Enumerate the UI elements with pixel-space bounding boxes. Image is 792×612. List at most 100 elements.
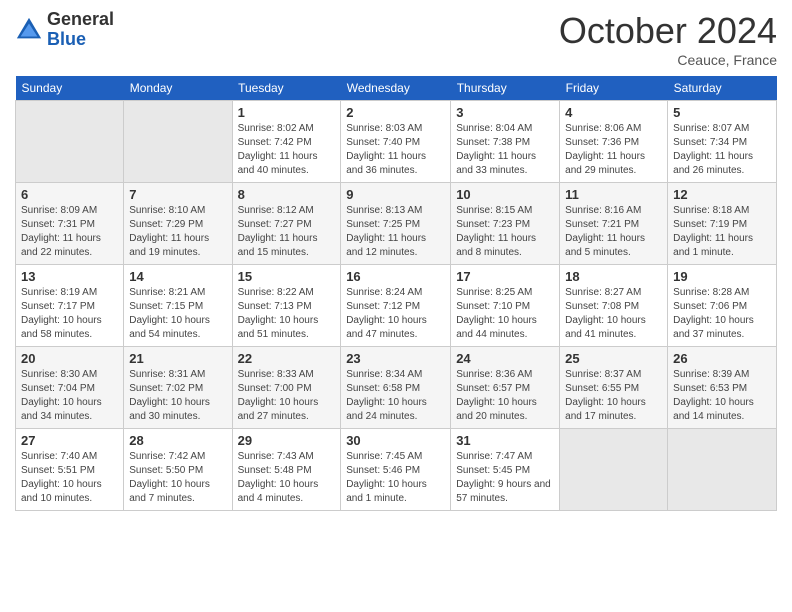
day-info: Sunrise: 8:22 AM Sunset: 7:13 PM Dayligh… — [238, 286, 336, 342]
day-number: 9 — [346, 187, 445, 202]
day-number: 18 — [565, 269, 662, 284]
calendar-cell: 17Sunrise: 8:25 AM Sunset: 7:10 PM Dayli… — [451, 265, 560, 347]
calendar-cell: 10 Sunrise: 8:15 AM Sunset: 7:23 PM Dayli… — [451, 183, 560, 265]
day-number: 22 — [238, 351, 336, 366]
day-number: 29 — [238, 433, 336, 448]
calendar-cell: 13 Sunrise: 8:19 AM Sunset: 7:17 PM Dayli… — [16, 265, 124, 347]
day-info: Sunrise: 7:47 AM Sunset: 5:45 PM Dayligh… — [456, 450, 554, 506]
day-info: Sunrise: 8:15 AM Sunset: 7:23 PM Dayligh… — [456, 204, 554, 260]
day-info: Sunrise: 8:30 AM Sunset: 7:04 PM Dayligh… — [21, 368, 118, 424]
day-number: 24 — [456, 351, 554, 366]
day-info: Sunrise: 8:16 AM Sunset: 7:21 PM Dayligh… — [565, 204, 662, 260]
calendar-cell — [124, 101, 232, 183]
header-saturday: Saturday — [668, 76, 777, 101]
calendar-cell: 29 Sunrise: 7:43 AM Sunset: 5:48 PM Dayli… — [232, 429, 341, 511]
day-number: 13 — [21, 269, 118, 284]
day-number: 6 — [21, 187, 118, 202]
day-info: Sunrise: 8:24 AM Sunset: 7:12 PM Dayligh… — [346, 286, 445, 342]
day-info: Sunrise: 8:31 AM Sunset: 7:02 PM Dayligh… — [129, 368, 226, 424]
day-info: Sunrise: 8:13 AM Sunset: 7:25 PM Dayligh… — [346, 204, 445, 260]
day-info: Sunrise: 8:25 AM Sunset: 7:10 PM Dayligh… — [456, 286, 554, 342]
day-info: Sunrise: 8:02 AM Sunset: 7:42 PM Dayligh… — [238, 122, 336, 178]
day-info: Sunrise: 8:33 AM Sunset: 7:00 PM Dayligh… — [238, 368, 336, 424]
day-number: 31 — [456, 433, 554, 448]
calendar-cell: 12 Sunrise: 8:18 AM Sunset: 7:19 PM Dayli… — [668, 183, 777, 265]
day-number: 7 — [129, 187, 226, 202]
header-monday: Monday — [124, 76, 232, 101]
calendar-cell: 8 Sunrise: 8:12 AM Sunset: 7:27 PM Daylig… — [232, 183, 341, 265]
calendar-cell — [16, 101, 124, 183]
calendar-cell: 28 Sunrise: 7:42 AM Sunset: 5:50 PM Dayli… — [124, 429, 232, 511]
calendar-cell: 18Sunrise: 8:27 AM Sunset: 7:08 PM Dayli… — [560, 265, 668, 347]
calendar-header-row: SundayMondayTuesdayWednesdayThursdayFrid… — [16, 76, 777, 101]
day-number: 21 — [129, 351, 226, 366]
day-info: Sunrise: 8:39 AM Sunset: 6:53 PM Dayligh… — [673, 368, 771, 424]
calendar-cell: 31 Sunrise: 7:47 AM Sunset: 5:45 PM Dayli… — [451, 429, 560, 511]
logo: General Blue — [15, 10, 114, 50]
day-info: Sunrise: 7:45 AM Sunset: 5:46 PM Dayligh… — [346, 450, 445, 506]
header-friday: Friday — [560, 76, 668, 101]
calendar-cell: 20 Sunrise: 8:30 AM Sunset: 7:04 PM Dayli… — [16, 347, 124, 429]
day-number: 23 — [346, 351, 445, 366]
calendar-cell: 6 Sunrise: 8:09 AM Sunset: 7:31 PM Daylig… — [16, 183, 124, 265]
calendar-cell: 25 Sunrise: 8:37 AM Sunset: 6:55 PM Dayli… — [560, 347, 668, 429]
header-wednesday: Wednesday — [341, 76, 451, 101]
day-info: Sunrise: 8:12 AM Sunset: 7:27 PM Dayligh… — [238, 204, 336, 260]
calendar-cell: 4Sunrise: 8:06 AM Sunset: 7:36 PM Daylig… — [560, 101, 668, 183]
calendar-cell: 16 Sunrise: 8:24 AM Sunset: 7:12 PM Dayli… — [341, 265, 451, 347]
day-info: Sunrise: 8:28 AM Sunset: 7:06 PM Dayligh… — [673, 286, 771, 342]
calendar-table: SundayMondayTuesdayWednesdayThursdayFrid… — [15, 76, 777, 511]
calendar-cell: 9 Sunrise: 8:13 AM Sunset: 7:25 PM Daylig… — [341, 183, 451, 265]
location: Ceauce, France — [559, 52, 777, 68]
header-tuesday: Tuesday — [232, 76, 341, 101]
day-number: 30 — [346, 433, 445, 448]
day-number: 12 — [673, 187, 771, 202]
logo-blue-text: Blue — [47, 29, 86, 49]
calendar-cell: 22 Sunrise: 8:33 AM Sunset: 7:00 PM Dayli… — [232, 347, 341, 429]
logo-general-text: General — [47, 9, 114, 29]
day-number: 16 — [346, 269, 445, 284]
day-info: Sunrise: 8:18 AM Sunset: 7:19 PM Dayligh… — [673, 204, 771, 260]
day-info: Sunrise: 8:19 AM Sunset: 7:17 PM Dayligh… — [21, 286, 118, 342]
day-info: Sunrise: 7:43 AM Sunset: 5:48 PM Dayligh… — [238, 450, 336, 506]
header-sunday: Sunday — [16, 76, 124, 101]
day-info: Sunrise: 8:37 AM Sunset: 6:55 PM Dayligh… — [565, 368, 662, 424]
day-info: Sunrise: 8:04 AM Sunset: 7:38 PM Dayligh… — [456, 122, 554, 178]
day-number: 10 — [456, 187, 554, 202]
day-number: 1 — [238, 105, 336, 120]
calendar-cell: 7 Sunrise: 8:10 AM Sunset: 7:29 PM Daylig… — [124, 183, 232, 265]
day-number: 20 — [21, 351, 118, 366]
calendar-cell: 30 Sunrise: 7:45 AM Sunset: 5:46 PM Dayli… — [341, 429, 451, 511]
calendar-cell: 1 Sunrise: 8:02 AM Sunset: 7:42 PM Daylig… — [232, 101, 341, 183]
calendar-cell: 23Sunrise: 8:34 AM Sunset: 6:58 PM Dayli… — [341, 347, 451, 429]
page-header: General Blue October 2024 Ceauce, France — [15, 10, 777, 68]
calendar-week-2: 6 Sunrise: 8:09 AM Sunset: 7:31 PM Daylig… — [16, 183, 777, 265]
month-title: October 2024 — [559, 10, 777, 52]
calendar-cell: 26Sunrise: 8:39 AM Sunset: 6:53 PM Dayli… — [668, 347, 777, 429]
calendar-cell — [560, 429, 668, 511]
calendar-cell: 5 Sunrise: 8:07 AM Sunset: 7:34 PM Daylig… — [668, 101, 777, 183]
day-number: 8 — [238, 187, 336, 202]
calendar-cell: 14Sunrise: 8:21 AM Sunset: 7:15 PM Dayli… — [124, 265, 232, 347]
day-info: Sunrise: 8:10 AM Sunset: 7:29 PM Dayligh… — [129, 204, 226, 260]
title-block: October 2024 Ceauce, France — [559, 10, 777, 68]
day-info: Sunrise: 8:03 AM Sunset: 7:40 PM Dayligh… — [346, 122, 445, 178]
day-number: 11 — [565, 187, 662, 202]
day-number: 5 — [673, 105, 771, 120]
calendar-cell: 11 Sunrise: 8:16 AM Sunset: 7:21 PM Dayli… — [560, 183, 668, 265]
calendar-week-3: 13 Sunrise: 8:19 AM Sunset: 7:17 PM Dayli… — [16, 265, 777, 347]
day-number: 25 — [565, 351, 662, 366]
day-info: Sunrise: 8:09 AM Sunset: 7:31 PM Dayligh… — [21, 204, 118, 260]
calendar-cell: 2 Sunrise: 8:03 AM Sunset: 7:40 PM Daylig… — [341, 101, 451, 183]
day-number: 19 — [673, 269, 771, 284]
calendar-cell: 3Sunrise: 8:04 AM Sunset: 7:38 PM Daylig… — [451, 101, 560, 183]
calendar-week-4: 20 Sunrise: 8:30 AM Sunset: 7:04 PM Dayli… — [16, 347, 777, 429]
calendar-cell: 21 Sunrise: 8:31 AM Sunset: 7:02 PM Dayli… — [124, 347, 232, 429]
day-info: Sunrise: 7:42 AM Sunset: 5:50 PM Dayligh… — [129, 450, 226, 506]
calendar-cell — [668, 429, 777, 511]
day-number: 15 — [238, 269, 336, 284]
day-info: Sunrise: 8:06 AM Sunset: 7:36 PM Dayligh… — [565, 122, 662, 178]
day-number: 28 — [129, 433, 226, 448]
day-number: 2 — [346, 105, 445, 120]
day-info: Sunrise: 8:07 AM Sunset: 7:34 PM Dayligh… — [673, 122, 771, 178]
